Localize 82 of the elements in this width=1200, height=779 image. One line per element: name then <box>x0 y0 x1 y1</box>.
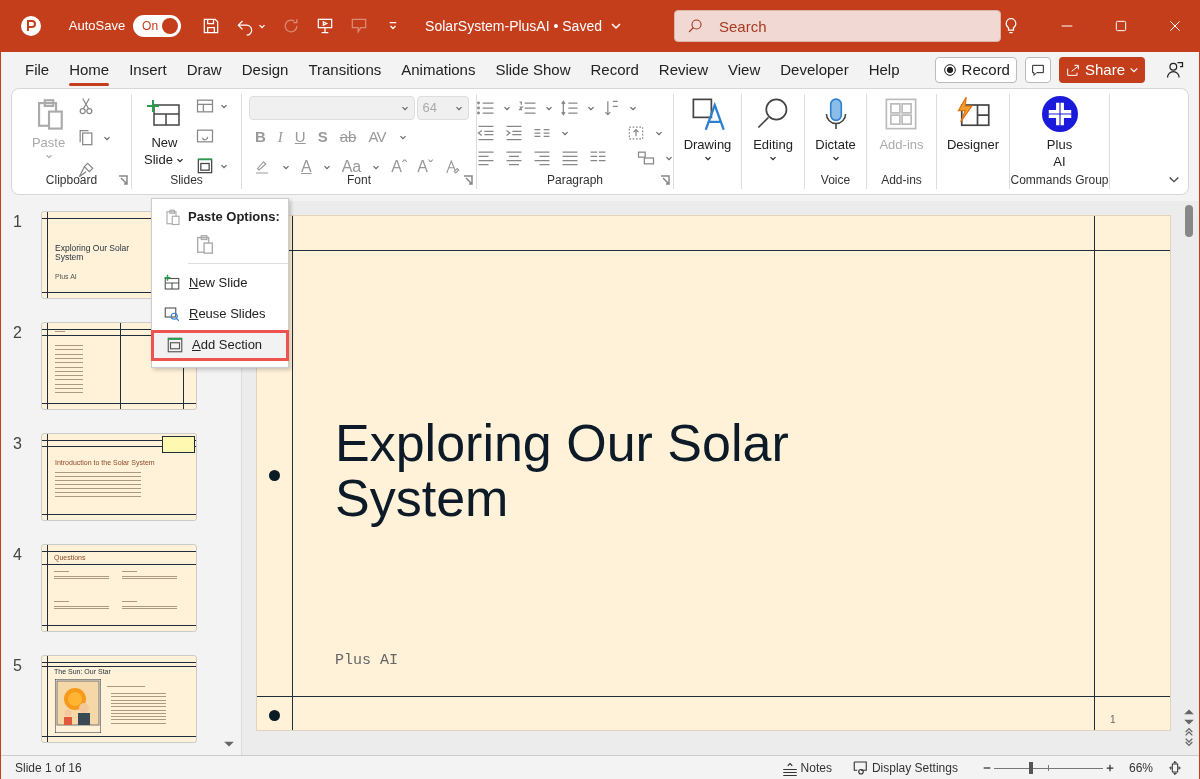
ribbon-tab[interactable]: View <box>718 52 771 88</box>
ribbon-tab[interactable]: Draw <box>176 52 232 88</box>
slide-number: 3 <box>13 434 22 454</box>
new-slide-icon <box>163 274 181 292</box>
group-label: Add-ins <box>881 173 922 187</box>
comments-button[interactable] <box>1024 57 1051 83</box>
ribbon-tab[interactable]: Developer <box>770 52 859 88</box>
paste-icon[interactable] <box>194 232 216 255</box>
ribbon-tab[interactable]: Record <box>580 52 649 88</box>
ribbon-tab[interactable]: Animations <box>391 52 486 88</box>
slide-number: 5 <box>13 656 22 676</box>
ribbon-tab[interactable]: Slide Show <box>485 52 581 88</box>
note-card <box>162 436 195 453</box>
search-field[interactable]: Search <box>673 10 1001 42</box>
maximize-icon[interactable] <box>1113 18 1129 34</box>
slide-page-number: 1 <box>1110 713 1116 727</box>
scroll-down-icon[interactable] <box>1184 717 1194 727</box>
next-slide-icon[interactable] <box>1184 737 1194 747</box>
share-button[interactable]: Share <box>1058 57 1145 83</box>
close-icon[interactable] <box>1167 18 1183 34</box>
thumbnail-title: Exploring Our Solar System <box>55 244 131 262</box>
record-icon <box>941 62 958 78</box>
group-label: Font <box>347 173 371 187</box>
slide-number: 2 <box>13 323 22 343</box>
ribbon-tab[interactable]: Transitions <box>298 52 392 88</box>
ribbon-tab[interactable]: Home <box>59 52 120 88</box>
dialog-launcher-icon[interactable] <box>463 175 473 185</box>
ribbon-tab[interactable]: Insert <box>119 52 177 88</box>
dialog-launcher-icon[interactable] <box>118 175 128 185</box>
voice-button[interactable]: Dictate <box>815 96 856 163</box>
display-settings-button[interactable]: Display Settings <box>851 758 958 777</box>
editing-button[interactable]: Editing <box>753 96 793 163</box>
fit-to-window-icon[interactable] <box>1167 759 1183 776</box>
scroll-down-icon[interactable] <box>224 739 234 749</box>
reuse-slides-icon <box>163 305 181 323</box>
display-settings-icon <box>851 758 870 777</box>
autosave-label: AutoSave <box>68 17 126 36</box>
decrease-indent-icon[interactable] <box>476 123 496 143</box>
ribbon-tab[interactable]: Help <box>858 52 910 88</box>
ribbon-tab[interactable]: Design <box>231 52 299 88</box>
chevron-down-icon <box>1129 65 1139 75</box>
plus-ai-button[interactable]: Plus AI <box>1041 96 1078 170</box>
app-logo-icon <box>19 14 43 38</box>
document-title[interactable]: SolarSystem-PlusAI • Saved <box>425 15 622 37</box>
new-slide-button[interactable]: New Slide <box>144 96 185 176</box>
chevron-down-icon <box>609 20 622 32</box>
group-label: Voice <box>820 173 851 187</box>
group-label: Paragraph <box>546 173 603 187</box>
clear-formatting-icon[interactable] <box>443 157 462 176</box>
share-icon <box>1064 62 1081 78</box>
section-icon <box>166 336 184 354</box>
zoom-percentage[interactable]: 66% <box>1128 758 1153 777</box>
menu-item[interactable]: Reuse Slides <box>151 298 289 330</box>
previous-slide-icon[interactable] <box>1184 727 1194 737</box>
drawing-button[interactable]: Drawing <box>683 96 732 163</box>
line-spacing-icon[interactable] <box>560 98 580 118</box>
ribbon-tab[interactable]: File <box>15 52 60 88</box>
ribbon-tab[interactable]: Review <box>648 52 719 88</box>
scrollbar-thumb[interactable] <box>1185 205 1193 237</box>
slide-counter: Slide 1 of 16 <box>15 759 82 777</box>
font-name-field[interactable] <box>249 96 416 120</box>
coauthor-icon[interactable] <box>1165 60 1185 80</box>
slide-number: 1 <box>13 212 22 232</box>
zoom-slider[interactable] <box>993 761 1103 774</box>
notes-button[interactable]: Notes <box>780 758 832 777</box>
record-button[interactable]: Record <box>934 57 1017 83</box>
autosave-toggle[interactable]: On <box>133 15 182 37</box>
slide-subtitle: Plus AI <box>335 651 398 671</box>
scroll-up-icon[interactable] <box>1184 707 1194 717</box>
slide-title: Exploring Our Solar System <box>335 416 790 526</box>
group-label: Slides <box>170 173 203 187</box>
slide-number: 4 <box>13 545 22 565</box>
menu-item[interactable]: Add Section <box>151 329 289 361</box>
group-label: Commands Group <box>1010 173 1109 187</box>
group-label: Clipboard <box>45 173 98 187</box>
designer-button[interactable]: Designer <box>947 96 999 153</box>
comment-icon <box>1029 62 1046 78</box>
clipboard-icon <box>164 207 182 226</box>
plus-ai-logo-icon <box>1041 96 1078 132</box>
dialog-launcher-icon[interactable] <box>660 175 670 185</box>
increase-indent-icon[interactable] <box>504 123 524 143</box>
zoom-in-icon[interactable] <box>1104 762 1115 773</box>
